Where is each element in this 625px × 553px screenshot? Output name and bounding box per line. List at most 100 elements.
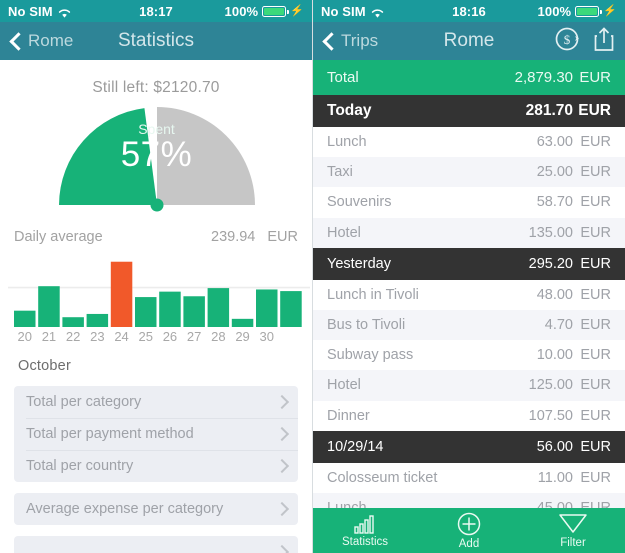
statistics-link-row[interactable]: Total per payment method <box>14 418 298 450</box>
expense-name: Today <box>327 102 372 119</box>
expense-amount: 45.00 <box>536 499 573 508</box>
chart-bar[interactable] <box>62 317 84 327</box>
back-button-rome[interactable]: Rome <box>10 31 73 51</box>
chart-tick-label: 26 <box>163 329 177 344</box>
expense-name: Hotel <box>327 377 361 394</box>
expense-day-header[interactable]: 10/29/14 56.00 EUR <box>313 430 625 463</box>
currency-dollar-icon[interactable]: $ <box>555 26 581 57</box>
expense-currency: EUR <box>580 164 611 181</box>
expense-list[interactable]: Total 2,879.30 EUR Today 281.70 EUR Lunch 63.00… <box>313 60 625 508</box>
expense-amount: 48.00 <box>536 286 573 303</box>
spent-gauge: Spent 57% <box>0 103 312 221</box>
expense-day-header[interactable]: Yesterday 295.20 EUR <box>313 247 625 280</box>
expense-name: Colosseum ticket <box>327 469 438 486</box>
chart-tick-label: 23 <box>90 329 104 344</box>
expense-row[interactable]: Taxi 25.00 EUR <box>313 157 625 188</box>
expense-currency: EUR <box>580 194 611 211</box>
battery-icon <box>575 5 602 17</box>
expense-row[interactable]: Lunch in Tivoli 48.00 EUR <box>313 280 625 310</box>
statistics-link-label: Total per category <box>26 394 142 410</box>
expense-name: Dinner <box>327 407 370 424</box>
chart-tick-label: 28 <box>211 329 225 344</box>
chart-bar[interactable] <box>38 286 60 327</box>
expense-name: Souvenirs <box>327 194 392 211</box>
funnel-icon <box>559 513 587 533</box>
expense-row[interactable]: Dinner 107.50 EUR <box>313 401 625 431</box>
back-button-label: Rome <box>28 31 74 50</box>
expense-row[interactable]: Total 2,879.30 EUR <box>313 60 625 95</box>
expense-amount: 58.70 <box>536 194 573 211</box>
carrier-label-right: No SIM <box>321 3 366 19</box>
chevron-left-icon <box>323 32 334 50</box>
tab-add[interactable]: Add <box>417 508 521 553</box>
statistics-link-label: Total per payment method <box>26 426 194 442</box>
chart-bar[interactable] <box>256 289 278 327</box>
expense-currency: EUR <box>580 407 611 424</box>
expense-row[interactable]: Lunch 63.00 EUR <box>313 127 625 157</box>
expense-amount: 63.00 <box>536 134 573 151</box>
expense-row[interactable]: Bus to Tivoli 4.70 EUR <box>313 309 625 341</box>
expense-currency: EUR <box>579 69 611 86</box>
chart-bar[interactable] <box>86 313 109 327</box>
chart-bar[interactable] <box>280 291 302 327</box>
statistics-link-row[interactable]: Average expense per category <box>14 493 298 525</box>
tab-filter[interactable]: Filter <box>521 508 625 553</box>
chart-bar[interactable] <box>110 261 133 327</box>
chart-bar[interactable] <box>14 310 36 327</box>
status-left-group-right: No SIM <box>321 4 452 19</box>
statistics-body: Still left: $2120.70 Spent 57% Daily ave… <box>0 60 312 553</box>
expense-row[interactable]: Lunch 45.00 EUR <box>313 492 625 508</box>
expense-row[interactable]: Souvenirs 58.70 EUR <box>313 187 625 217</box>
expense-currency: EUR <box>580 469 611 486</box>
wifi-icon <box>58 7 71 18</box>
expense-amount: 56.00 <box>536 438 573 455</box>
daily-average-currency: EUR <box>267 229 298 245</box>
chart-bar[interactable] <box>231 318 254 327</box>
expense-amount: 25.00 <box>536 164 573 181</box>
share-icon[interactable] <box>593 26 615 57</box>
expense-amount: 107.50 <box>528 407 573 424</box>
chevron-right-icon <box>277 459 286 473</box>
statistics-link-row[interactable] <box>14 536 298 553</box>
chart-tick-label: 20 <box>18 329 32 344</box>
chart-bar[interactable] <box>183 296 205 327</box>
tab-filter-label: Filter <box>560 536 586 549</box>
expense-currency: EUR <box>580 286 611 303</box>
expense-row[interactable]: Colosseum ticket 11.00 EUR <box>313 463 625 493</box>
link-group <box>14 536 298 553</box>
dual-screenshot: No SIM 18:17 100% ⚡ Rome Statistics Stil… <box>0 0 625 553</box>
clock-right: 18:16 <box>452 3 486 19</box>
daily-average-row: Daily average 239.94 EUR <box>0 221 312 245</box>
expense-row[interactable]: Subway pass 10.00 EUR <box>313 340 625 370</box>
status-left-group: No SIM <box>8 4 139 19</box>
expense-row[interactable]: Hotel 125.00 EUR <box>313 370 625 401</box>
expense-name: Total <box>327 69 359 86</box>
expense-amount: 2,879.30 <box>514 69 573 86</box>
expense-row[interactable]: Hotel 135.00 EUR <box>313 217 625 248</box>
clock-left: 18:17 <box>139 3 173 19</box>
chart-tick-label: 22 <box>66 329 80 344</box>
link-group: Total per category Total per payment meth… <box>14 386 298 482</box>
expense-day-header[interactable]: Today 281.70 EUR <box>313 95 625 127</box>
statistics-link-row[interactable]: Total per country <box>14 450 298 482</box>
battery-percent-left: 100% <box>224 3 259 19</box>
back-button-label: Trips <box>341 31 379 50</box>
expense-currency: EUR <box>580 134 611 151</box>
expense-amount: 10.00 <box>536 347 573 364</box>
chart-bar[interactable] <box>159 291 181 327</box>
chart-bar[interactable] <box>207 288 230 327</box>
chart-tick-label: 29 <box>235 329 249 344</box>
expense-currency: EUR <box>580 438 611 455</box>
tab-statistics[interactable]: Statistics <box>313 508 417 553</box>
expense-amount: 135.00 <box>528 224 573 241</box>
chart-bar[interactable] <box>135 297 157 327</box>
back-button-trips[interactable]: Trips <box>323 31 378 51</box>
daily-average-label: Daily average <box>14 229 103 245</box>
statistics-link-row[interactable]: Total per category <box>14 386 298 418</box>
expense-name: Taxi <box>327 164 353 181</box>
expense-name: Hotel <box>327 224 361 241</box>
trip-expenses-screen: No SIM 18:16 100% ⚡ Trips Rome $ Total 2… <box>313 0 625 553</box>
expense-currency: EUR <box>580 255 611 272</box>
chart-tick-label: 25 <box>139 329 153 344</box>
expense-currency: EUR <box>578 102 611 119</box>
